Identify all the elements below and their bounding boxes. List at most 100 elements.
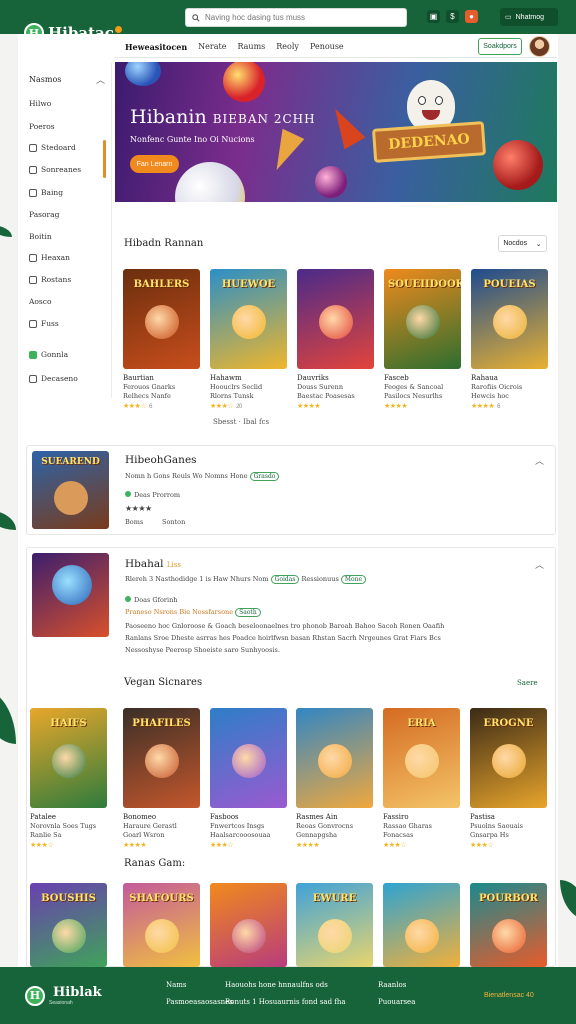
game-thumbnail[interactable] — [210, 708, 287, 808]
game-thumbnail[interactable]: BOUSHIS — [30, 883, 107, 967]
game-thumbnail[interactable]: PHAFILES — [123, 708, 200, 808]
game-thumbnail[interactable]: EWURE — [296, 883, 373, 967]
sidebar-item[interactable]: Hilwo — [29, 99, 51, 108]
rating-stars: ★★★☆ 6 — [123, 402, 200, 410]
nav-item-home[interactable]: Heweasitocen — [125, 42, 187, 52]
sidebar-item[interactable]: Boitin — [29, 232, 52, 241]
coin-icon[interactable]: $ — [446, 10, 459, 23]
sidebar-item-label: Gonnla — [41, 350, 69, 359]
game-thumbnail[interactable]: HUEWOE — [210, 269, 287, 369]
account-button[interactable]: ▭ Nhatmog — [500, 8, 558, 26]
row-rating: ★★★★ — [125, 504, 152, 513]
card-subtitle: Goarl Wsron — [123, 831, 165, 839]
card-subtitle: Haalsarcooosouaa — [210, 831, 271, 839]
game-thumbnail[interactable]: EROGNE — [470, 708, 547, 808]
game-thumbnail[interactable] — [210, 883, 287, 967]
footer-link[interactable]: Raanlos — [378, 977, 415, 994]
footer-link[interactable]: Puouarsea — [378, 994, 415, 1011]
sidebar-heading: Nasmos — [29, 75, 62, 84]
sidebar-item[interactable]: Decaseno — [29, 374, 78, 383]
game-card[interactable]: EROGNE Pastisa Psuolns Saouais Gnsarpa Hs ★★… — [470, 708, 547, 849]
game-card[interactable]: ERIA Fassiro Rassao Gharas Fonacsas ★★★☆ — [383, 708, 460, 849]
top-icons: ▣ $ ● — [427, 10, 478, 23]
game-card[interactable]: PHAFILES Bonomeo Haraure Gerastl Goarl Wsro… — [123, 708, 200, 849]
sidebar-item[interactable]: Aosco — [29, 297, 52, 306]
footer-logo[interactable]: H Hiblak Seasionah — [25, 985, 102, 1006]
ball-decoration — [223, 62, 265, 102]
thumb-label: HUEWOE — [221, 279, 276, 290]
sidebar-item[interactable]: Baing — [29, 188, 63, 197]
avatar[interactable] — [529, 36, 550, 57]
game-card[interactable]: POUEIAS Rahaua Rarofiis Oicrois Hewcis hoc ★… — [471, 269, 548, 410]
game-card[interactable]: SOUEIIDOOK Fasceb Feoges & Sancoal Pasilocs… — [384, 269, 461, 410]
row-badge: Liss — [166, 561, 181, 569]
game-card[interactable]: BAHLERS Baurtian Ferouos Gnarks Relhecs Nan… — [123, 269, 200, 410]
game-thumbnail[interactable] — [297, 269, 374, 369]
sidebar-item[interactable]: Poeros — [29, 122, 55, 131]
footer-coins[interactable]: Bienatlensac 40 — [484, 992, 534, 999]
sidebar-item[interactable]: Rostans — [29, 275, 71, 284]
nav-item-3[interactable]: Raums — [237, 42, 265, 51]
game-thumbnail[interactable]: ERIA — [383, 708, 460, 808]
sidebar-scroll-indicator[interactable] — [103, 140, 106, 178]
thumb-label: BOUSHIS — [41, 893, 96, 904]
rating-value: ★★★☆ — [383, 842, 407, 849]
footer-link[interactable]: Ronuts 1 Hosuaurnis fond sad fha — [225, 994, 346, 1011]
nav-item-4[interactable]: Reoly — [276, 42, 299, 51]
row-footer-left: Boms — [125, 518, 144, 526]
game-card[interactable]: HAIFS Patalee Norovnla Soes Tugs Ranlie Sa ★… — [30, 708, 107, 849]
chevron-up-icon[interactable]: ︿ — [535, 454, 544, 467]
sidebar-item[interactable]: Heaxan — [29, 253, 70, 262]
see-all-link[interactable]: Saere — [517, 679, 538, 687]
nav-item-5[interactable]: Penouse — [310, 42, 344, 51]
bell-icon[interactable]: ● — [465, 10, 478, 23]
game-thumbnail[interactable]: POUEIAS — [471, 269, 548, 369]
game-thumbnail[interactable] — [296, 708, 373, 808]
card-subtitle: Relhecs Nanfe — [123, 392, 171, 400]
footer-logo-text: Hiblak — [53, 985, 102, 1000]
sidebar-item[interactable]: Gonnla — [29, 350, 68, 359]
footer-link[interactable]: Pasmoeasaosasnes — [166, 994, 233, 1011]
thumb-character — [318, 744, 352, 778]
nav-action-button[interactable]: Soakdpors — [478, 38, 522, 55]
rating-count: 6 — [149, 404, 152, 410]
gift-icon[interactable]: ▣ — [427, 10, 440, 23]
game-thumbnail[interactable] — [32, 553, 109, 637]
sidebar-item-label: Rostans — [41, 275, 72, 284]
game-thumbnail[interactable]: POURBOR — [470, 883, 547, 967]
sidebar-item[interactable]: Sonreanes — [29, 165, 81, 174]
sidebar-item[interactable]: Stedoard — [29, 143, 76, 152]
hero-cta-button[interactable]: Fan Lenarn — [130, 155, 179, 173]
sidebar-item[interactable]: Pasorag — [29, 210, 59, 219]
game-thumbnail[interactable] — [383, 883, 460, 967]
search-input[interactable] — [205, 13, 385, 22]
game-thumbnail[interactable]: SOUEIIDOOK — [384, 269, 461, 369]
nav-item-2[interactable]: Nerate — [198, 42, 226, 51]
rating-value: ★★★★ — [123, 842, 147, 849]
sort-dropdown[interactable]: Nocdos ⌄ — [498, 235, 547, 252]
footer-link[interactable]: Nams — [166, 977, 233, 994]
hero-banner[interactable]: DEDENAO Hibanin BIEBAN 2CHH Nonfenc Gunt… — [115, 62, 557, 202]
game-card[interactable]: Dauvriks Douss Surenn Baestac Poasesas ★★★★ — [297, 269, 374, 410]
thumb-label: ERIA — [407, 718, 436, 729]
game-row[interactable]: SUEAREND HibeohGanes Nomn h Gons Reuls W… — [26, 445, 556, 535]
logo-dot-icon — [114, 25, 122, 33]
game-card[interactable]: HUEWOE Hahawm Hoouclrs Seclid Rlorns Tunsk ★… — [210, 269, 287, 410]
card-subtitle: Douss Surenn — [297, 383, 344, 391]
game-thumbnail[interactable]: SUEAREND — [32, 451, 109, 529]
game-thumbnail[interactable]: HAIFS — [30, 708, 107, 808]
thumb-label: POURBOR — [479, 893, 538, 904]
footer-links: Raanlos Puouarsea — [378, 977, 415, 1011]
chevron-up-icon[interactable]: ︿ — [535, 558, 544, 571]
rating-count: 20 — [236, 404, 242, 410]
game-card[interactable]: Fasboos Fnwertcos Insgs Haalsarcooosouaa ★★… — [210, 708, 287, 849]
search-bar[interactable] — [185, 8, 407, 27]
game-card[interactable]: Rasmes Ain Reoas Gonvrocns Gennapgsha ★★★★ — [296, 708, 373, 849]
pager[interactable]: Sbesst · Ibal fcs — [213, 418, 269, 426]
chevron-up-icon[interactable]: ︿ — [96, 73, 105, 86]
card-subtitle: Feoges & Sancoal — [384, 383, 444, 391]
game-thumbnail[interactable]: BAHLERS — [123, 269, 200, 369]
footer-link[interactable]: Haouohs hone hnnaulfns ods — [225, 977, 346, 994]
game-thumbnail[interactable]: SHAFOURS — [123, 883, 200, 967]
sidebar-item[interactable]: Fuss — [29, 319, 59, 328]
